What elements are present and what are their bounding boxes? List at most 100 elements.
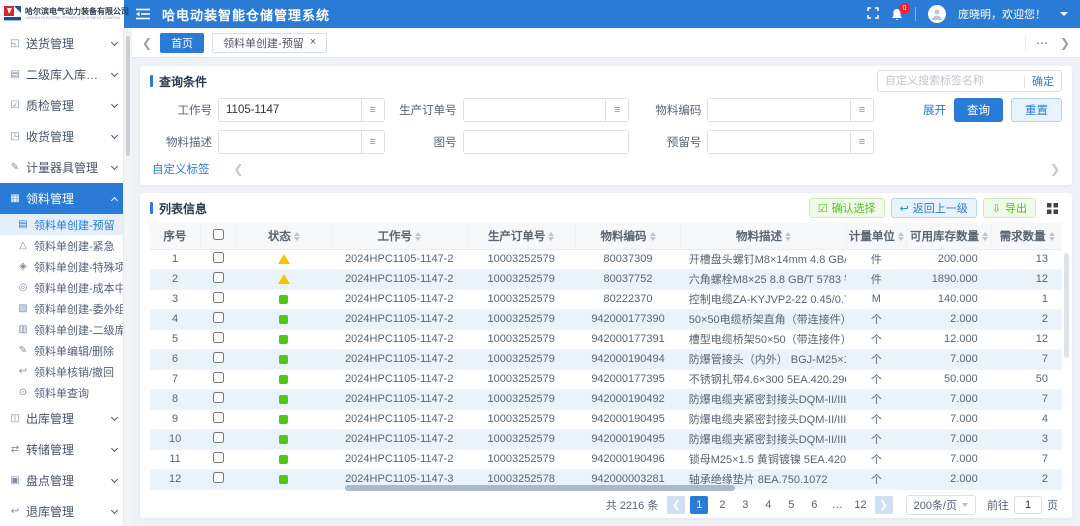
column-settings-icon[interactable] xyxy=(1042,198,1062,218)
goto-page-input[interactable] xyxy=(1014,496,1042,514)
page-size-select[interactable]: 200条/页 xyxy=(906,495,976,515)
sidebar-collapse-icon[interactable] xyxy=(136,8,150,20)
row-checkbox[interactable] xyxy=(213,452,224,463)
sidebar-subitem[interactable]: ↩领料单核销/撤回 xyxy=(0,361,123,382)
tab-home[interactable]: 首页 xyxy=(160,33,204,53)
tags-scroll-right-icon[interactable]: ❯ xyxy=(1050,162,1060,176)
sidebar-subitem[interactable]: ◎领料单创建-成本中心 xyxy=(0,277,123,298)
row-checkbox[interactable] xyxy=(213,272,224,283)
sort-icon[interactable] xyxy=(548,232,554,242)
user-avatar[interactable] xyxy=(928,5,946,23)
sort-icon[interactable] xyxy=(650,232,656,242)
tabs-scroll-left-icon[interactable]: ❮ xyxy=(142,36,152,50)
sidebar-subitem[interactable]: ◈领料单创建-特殊项目 xyxy=(0,256,123,277)
row-checkbox[interactable] xyxy=(213,372,224,383)
row-checkbox[interactable] xyxy=(213,312,224,323)
sidebar-subitem[interactable]: ▥领料单创建-二级库 xyxy=(0,319,123,340)
column-header-demand_qty[interactable]: 需求数量 xyxy=(992,223,1062,249)
sidebar-subitem[interactable]: ▧领料单创建-委外组件 xyxy=(0,298,123,319)
drawing-number-input[interactable] xyxy=(464,131,629,153)
table-row[interactable]: 52024HPC1105-1147-2100032525799420001773… xyxy=(150,329,1062,349)
sort-icon[interactable] xyxy=(785,232,791,242)
confirm-selection-button[interactable]: ☑确认选择 xyxy=(809,198,885,218)
sidebar-subitem[interactable]: △领料单创建-紧急 xyxy=(0,235,123,256)
column-header-material_code[interactable]: 物料编码 xyxy=(575,223,680,249)
sidebar-item[interactable]: ↩退库管理 xyxy=(0,496,123,526)
page-button-6[interactable]: 6 xyxy=(805,496,823,514)
table-row[interactable]: 72024HPC1105-1147-2100032525799420001773… xyxy=(150,369,1062,389)
filter-icon[interactable]: ≡ xyxy=(361,99,384,121)
reservation-number-input[interactable] xyxy=(708,131,850,153)
table-row[interactable]: 62024HPC1105-1147-2100032525799420001904… xyxy=(150,349,1062,369)
row-checkbox[interactable] xyxy=(213,432,224,443)
row-checkbox[interactable] xyxy=(213,412,224,423)
tabs-more-icon[interactable]: ⋯ xyxy=(1036,36,1048,50)
sidebar-item[interactable]: ▤二级库入库通知单 xyxy=(0,59,123,90)
tab-close-icon[interactable]: × xyxy=(310,37,316,48)
sidebar-scrollbar[interactable] xyxy=(124,28,132,526)
column-header-unit[interactable]: 计量单位 xyxy=(846,223,906,249)
filter-icon[interactable]: ≡ xyxy=(850,131,873,153)
page-button-4[interactable]: 4 xyxy=(759,496,777,514)
expand-link[interactable]: 展开 xyxy=(923,102,946,118)
sort-icon[interactable] xyxy=(982,232,988,242)
row-checkbox[interactable] xyxy=(213,352,224,363)
page-button-1[interactable]: 1 xyxy=(690,496,708,514)
page-button-12[interactable]: 12 xyxy=(851,496,869,514)
select-all-checkbox[interactable] xyxy=(213,229,224,240)
sidebar-item[interactable]: ◳收货管理 xyxy=(0,121,123,152)
sidebar-item[interactable]: ✎计量器具管理 xyxy=(0,152,123,183)
sidebar-subitem[interactable]: ⊙领料单查询 xyxy=(0,382,123,403)
page-button-3[interactable]: 3 xyxy=(736,496,754,514)
table-row[interactable]: 92024HPC1105-1147-2100032525799420001904… xyxy=(150,409,1062,429)
filter-icon[interactable]: ≡ xyxy=(605,99,628,121)
row-checkbox[interactable] xyxy=(213,332,224,343)
tab-material-requisition-reserve[interactable]: 领料单创建-预留 × xyxy=(212,33,327,53)
search-button[interactable]: 查询 xyxy=(954,98,1003,122)
table-row[interactable]: 82024HPC1105-1147-2100032525799420001904… xyxy=(150,389,1062,409)
column-header-stock_qty[interactable]: 可用库存数量 xyxy=(906,223,991,249)
filter-icon[interactable]: ≡ xyxy=(361,131,384,153)
page-button-2[interactable]: 2 xyxy=(713,496,731,514)
table-row[interactable]: 42024HPC1105-1147-2100032525799420001773… xyxy=(150,309,1062,329)
export-button[interactable]: ⇩导出 xyxy=(983,198,1036,218)
tag-search-input[interactable] xyxy=(885,75,1017,87)
custom-tag-link[interactable]: 自定义标签 xyxy=(152,161,210,177)
sidebar-item[interactable]: ☑质检管理 xyxy=(0,90,123,121)
table-row[interactable]: 112024HPC1105-1147-210003252579942000190… xyxy=(150,449,1062,469)
table-horizontal-scrollbar[interactable] xyxy=(345,485,735,491)
more-pages-button[interactable]: … xyxy=(828,496,846,514)
row-checkbox[interactable] xyxy=(213,392,224,403)
table-row[interactable]: 22024HPC1105-1147-21000325257980037752六角… xyxy=(150,269,1062,289)
table-vertical-scrollbar[interactable] xyxy=(1064,253,1069,358)
filter-icon[interactable]: ≡ xyxy=(850,99,873,121)
row-checkbox[interactable] xyxy=(213,472,224,483)
sidebar-item[interactable]: ◱送货管理 xyxy=(0,28,123,59)
notification-bell-icon[interactable]: 0 xyxy=(891,8,903,21)
sort-icon[interactable] xyxy=(1049,232,1055,242)
sidebar-subitem[interactable]: ✎领料单编辑/删除 xyxy=(0,340,123,361)
next-page-button[interactable]: ❯ xyxy=(875,496,893,514)
sort-icon[interactable] xyxy=(415,232,421,242)
sidebar-item[interactable]: ▦领料管理 xyxy=(0,183,123,214)
sort-icon[interactable] xyxy=(294,232,300,242)
row-checkbox[interactable] xyxy=(213,292,224,303)
material-desc-input[interactable] xyxy=(219,131,361,153)
work-number-input[interactable] xyxy=(219,99,361,121)
column-header-work_no[interactable]: 工作号 xyxy=(332,223,467,249)
row-checkbox[interactable] xyxy=(213,252,224,263)
column-header-material_desc[interactable]: 物料描述 xyxy=(681,223,847,249)
tabs-scroll-right-icon[interactable]: ❯ xyxy=(1060,36,1070,50)
reset-button[interactable]: 重置 xyxy=(1011,98,1062,122)
sort-icon[interactable] xyxy=(898,232,904,242)
sidebar-subitem[interactable]: ▤领料单创建-预留 xyxy=(0,214,123,235)
back-to-parent-button[interactable]: ↩返回上一级 xyxy=(891,198,977,218)
column-header-status[interactable]: 状态 xyxy=(236,223,331,249)
tags-scroll-left-icon[interactable]: ❮ xyxy=(234,162,244,176)
page-button-5[interactable]: 5 xyxy=(782,496,800,514)
user-menu-caret-icon[interactable] xyxy=(1060,12,1068,16)
fullscreen-icon[interactable] xyxy=(867,7,879,22)
material-code-input[interactable] xyxy=(708,99,850,121)
sidebar-scrollbar-thumb[interactable] xyxy=(126,36,130,156)
prev-page-button[interactable]: ❮ xyxy=(667,496,685,514)
